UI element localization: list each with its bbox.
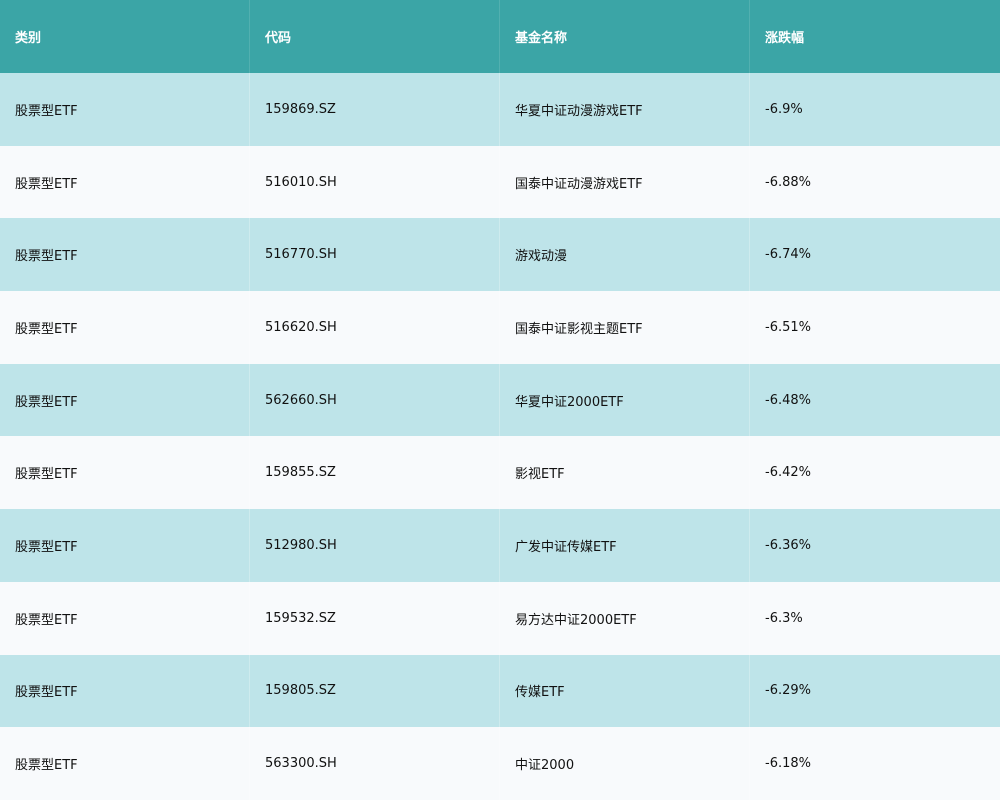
cell-fund-name: 广发中证传媒ETF <box>500 509 750 582</box>
header-fund-name[interactable]: 基金名称 <box>500 0 750 73</box>
cell-code: 159855.SZ <box>250 436 500 510</box>
cell-category: 股票型ETF <box>0 73 250 146</box>
table-row[interactable]: 股票型ETF 516010.SH 国泰中证动漫游戏ETF -6.88% <box>0 145 1000 219</box>
cell-fund-name: 游戏动漫 <box>500 218 750 292</box>
fund-table: 类别 代码 基金名称 涨跌幅 股票型ETF 159869.SZ 华夏中证动漫游戏… <box>0 0 1000 800</box>
cell-change: -6.74% <box>765 247 811 263</box>
table-header-row: 类别 代码 基金名称 涨跌幅 <box>0 0 1000 73</box>
cell-change: -6.9% <box>765 101 803 117</box>
cell-category: 股票型ETF <box>0 581 250 655</box>
table-row[interactable]: 股票型ETF 159855.SZ 影视ETF -6.42% <box>0 436 1000 510</box>
header-change[interactable]: 涨跌幅 <box>750 0 1000 73</box>
cell-category: 股票型ETF <box>0 363 250 437</box>
cell-code: 159869.SZ <box>250 73 500 146</box>
cell-fund-name: 国泰中证影视主题ETF <box>500 291 750 364</box>
table-row[interactable]: 股票型ETF 516620.SH 国泰中证影视主题ETF -6.51% <box>0 291 1000 364</box>
cell-category: 股票型ETF <box>0 291 250 364</box>
cell-change: -6.88% <box>765 174 811 190</box>
cell-change: -6.29% <box>765 683 811 699</box>
cell-code: 516620.SH <box>250 291 500 364</box>
cell-fund-name: 影视ETF <box>500 436 750 510</box>
cell-code: 516770.SH <box>250 218 500 292</box>
cell-fund-name: 中证2000 <box>500 727 750 800</box>
cell-fund-name: 国泰中证动漫游戏ETF <box>500 145 750 219</box>
table-row[interactable]: 股票型ETF 159805.SZ 传媒ETF -6.29% <box>0 654 1000 728</box>
cell-category: 股票型ETF <box>0 436 250 510</box>
cell-code: 159805.SZ <box>250 654 500 728</box>
cell-category: 股票型ETF <box>0 218 250 292</box>
cell-code: 512980.SH <box>250 509 500 582</box>
table-row[interactable]: 股票型ETF 563300.SH 中证2000 -6.18% <box>0 727 1000 800</box>
cell-code: 516010.SH <box>250 145 500 219</box>
cell-change: -6.3% <box>765 610 803 626</box>
cell-category: 股票型ETF <box>0 145 250 219</box>
cell-code: 563300.SH <box>250 727 500 800</box>
cell-change: -6.36% <box>765 537 811 553</box>
table-row[interactable]: 股票型ETF 159532.SZ 易方达中证2000ETF -6.3% <box>0 581 1000 655</box>
cell-change: -6.18% <box>765 756 811 772</box>
cell-change: -6.48% <box>765 392 811 408</box>
cell-fund-name: 传媒ETF <box>500 654 750 728</box>
table-row[interactable]: 股票型ETF 512980.SH 广发中证传媒ETF -6.36% <box>0 509 1000 582</box>
cell-category: 股票型ETF <box>0 509 250 582</box>
cell-change: -6.51% <box>765 319 811 335</box>
table-row[interactable]: 股票型ETF 159869.SZ 华夏中证动漫游戏ETF -6.9% <box>0 73 1000 146</box>
cell-fund-name: 易方达中证2000ETF <box>500 581 750 655</box>
table-row[interactable]: 股票型ETF 562660.SH 华夏中证2000ETF -6.48% <box>0 363 1000 437</box>
cell-fund-name: 华夏中证2000ETF <box>500 363 750 437</box>
header-category[interactable]: 类别 <box>0 0 250 73</box>
table-row[interactable]: 股票型ETF 516770.SH 游戏动漫 -6.74% <box>0 218 1000 292</box>
cell-fund-name: 华夏中证动漫游戏ETF <box>500 73 750 146</box>
cell-category: 股票型ETF <box>0 654 250 728</box>
cell-code: 159532.SZ <box>250 581 500 655</box>
cell-change: -6.42% <box>765 465 811 481</box>
cell-code: 562660.SH <box>250 363 500 437</box>
header-code[interactable]: 代码 <box>250 0 500 73</box>
cell-category: 股票型ETF <box>0 727 250 800</box>
